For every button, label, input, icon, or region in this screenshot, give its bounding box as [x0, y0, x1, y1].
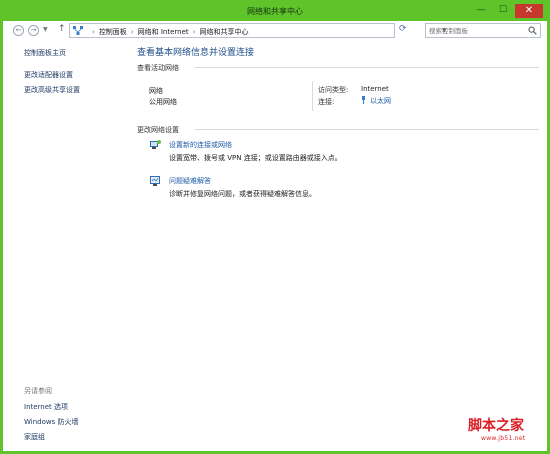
section-divider — [195, 67, 539, 68]
troubleshoot-icon — [150, 176, 160, 186]
connection-link[interactable]: 以太网 — [361, 96, 391, 106]
task-setup-new-connection-description: 设置宽带、拨号或 VPN 连接；或设置路由器或接入点。 — [169, 154, 342, 162]
change-settings-heading: 更改网络设置 — [137, 126, 179, 134]
connection-name[interactable]: 以太网 — [370, 97, 391, 105]
network-type[interactable]: 公用网络 — [149, 97, 177, 107]
breadcrumb-item[interactable]: 网络和共享中心 — [199, 28, 248, 36]
ethernet-icon — [362, 96, 365, 104]
address-path-box[interactable]: › 控制面板 › 网络和 Internet › 网络和共享中心 ▼ — [69, 23, 447, 38]
breadcrumb-item[interactable]: 控制面板 — [99, 28, 127, 36]
network-name: 网络 — [149, 87, 163, 95]
forward-arrow-icon[interactable]: → — [28, 25, 39, 36]
search-box[interactable] — [425, 23, 541, 38]
access-type-label: 访问类型: — [318, 86, 349, 94]
window: 网络和共享中心 — ☐ ✕ ← → ▼ ↑ › 控制面板 › 网络和 Internet… — [0, 0, 550, 454]
search-input[interactable] — [429, 26, 527, 36]
recent-pages-chevron-icon[interactable]: ▼ — [43, 26, 48, 33]
network-location-icon — [73, 26, 83, 35]
breadcrumb-separator-icon: › — [192, 28, 196, 36]
new-connection-icon — [150, 140, 161, 149]
title-bar: 网络和共享中心 — ☐ ✕ — [3, 3, 547, 21]
address-bar: ← → ▼ ↑ › 控制面板 › 网络和 Internet › 网络和共享中心 ▼ ⟳ — [3, 21, 547, 41]
task-troubleshoot[interactable]: 问题疑难解答 — [169, 176, 211, 186]
access-type-value: Internet — [361, 85, 389, 93]
back-arrow-icon[interactable]: ← — [13, 25, 24, 36]
refresh-icon[interactable]: ⟳ — [399, 25, 407, 34]
maximize-button[interactable]: ☐ — [493, 4, 513, 18]
task-setup-new-connection[interactable]: 设置新的连接或网络 — [169, 140, 232, 150]
breadcrumb-separator-icon: › — [130, 28, 134, 36]
see-also-heading: 另请参阅 — [24, 387, 52, 395]
breadcrumb-item[interactable]: 网络和 Internet — [138, 28, 189, 36]
active-networks-heading: 查看活动网络 — [137, 64, 179, 72]
page-title: 查看基本网络信息并设置连接 — [137, 48, 255, 58]
see-also-internet-options[interactable]: Internet 选项 — [24, 402, 68, 412]
left-navigation: 控制面板主页 更改适配器设置 更改高级共享设置 另请参阅 Internet 选项… — [3, 41, 125, 451]
section-divider — [195, 129, 539, 130]
up-arrow-icon[interactable]: ↑ — [58, 24, 66, 34]
sidebar-link-change-advanced-sharing[interactable]: 更改高级共享设置 — [24, 85, 80, 95]
sidebar-link-control-panel-home[interactable]: 控制面板主页 — [24, 48, 66, 58]
main-content: 查看基本网络信息并设置连接 查看活动网络 网络 公用网络 访问类型: Inter… — [135, 41, 541, 451]
minimize-button[interactable]: — — [471, 4, 491, 18]
see-also-windows-firewall[interactable]: Windows 防火墙 — [24, 417, 78, 427]
task-troubleshoot-description: 诊断并修复网络问题，或者获得疑难解答信息。 — [169, 190, 316, 198]
sidebar-link-change-adapter-settings[interactable]: 更改适配器设置 — [24, 70, 73, 80]
connections-label: 连接: — [318, 98, 335, 106]
watermark-title: 脚本之家 — [468, 418, 524, 434]
watermark-url: www.jb51.net — [481, 435, 526, 442]
vertical-divider — [312, 81, 313, 111]
breadcrumb-separator-icon: › — [92, 28, 95, 36]
window-title: 网络和共享中心 — [247, 7, 303, 16]
breadcrumb: › 控制面板 › 网络和 Internet › 网络和共享中心 — [88, 27, 248, 37]
search-icon[interactable] — [528, 26, 537, 35]
see-also-homegroup[interactable]: 家庭组 — [24, 432, 45, 442]
close-button[interactable]: ✕ — [515, 4, 543, 18]
